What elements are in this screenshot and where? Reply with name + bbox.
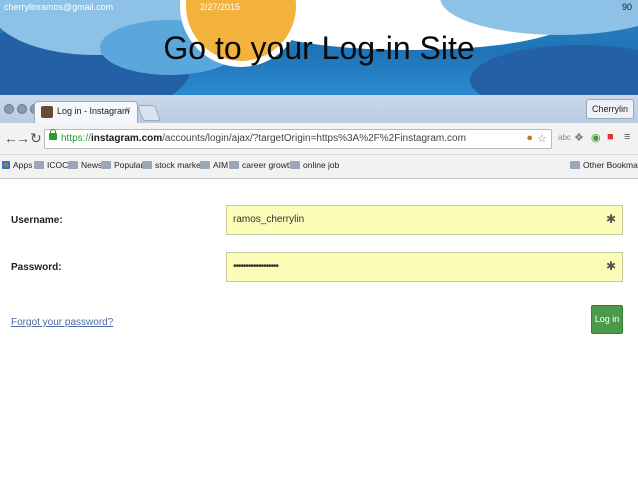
folder-icon [570,161,580,169]
bookmark-star-icon[interactable]: ☆ [537,132,547,145]
new-tab-button[interactable] [137,105,161,121]
slide-header: cherrylinramos@gmail.com 2/27/2015 90 Go… [0,0,638,95]
password-label: Password: [11,262,62,273]
folder-icon [290,161,300,169]
url-path: /accounts/login/ajax/?targetOrigin=https… [162,133,466,144]
url-scheme: https:// [61,133,92,144]
menu-icon[interactable]: ≡ [624,131,630,143]
folder-icon [229,161,239,169]
bookmark-stock-market[interactable]: stock market [142,160,203,170]
minimize-window-button[interactable] [17,104,27,114]
password-value: •••••••••••••••••• [233,261,279,272]
url-host: instagram.com [91,133,163,144]
bookmark-news[interactable]: News [68,160,102,170]
tab-instagram-login[interactable]: Log in - Instagram × [34,101,138,123]
folder-icon [34,161,44,169]
instagram-favicon-icon [41,106,53,118]
tab-close-icon[interactable]: × [125,105,131,116]
bookmark-career-growth[interactable]: career growth [229,160,294,170]
forgot-password-link[interactable]: Forgot your password? [11,317,113,328]
username-value: ramos_cherrylin [233,214,305,225]
login-page: Username: ramos_cherrylin ✱ Password: ••… [0,179,638,479]
bookmarks-bar: Apps ICOC News Popular stock market AIM … [0,155,638,179]
browser-tab-bar: Log in - Instagram × Cherrylin [0,95,638,123]
folder-icon [101,161,111,169]
bookmark-online-job[interactable]: online job [290,160,339,170]
bookmark-aim[interactable]: AIM [200,160,228,170]
username-field[interactable]: ramos_cherrylin ✱ [226,205,623,235]
forward-arrow-icon[interactable]: → [16,130,30,146]
slide-date: 2/27/2015 [200,2,241,12]
folder-icon [142,161,152,169]
slide-page-number: 90 [621,2,632,12]
address-bar[interactable]: https://instagram.com/accounts/login/aja… [44,129,552,149]
slide-email: cherrylinramos@gmail.com [4,2,114,12]
bookmark-apps[interactable]: Apps [2,160,32,170]
extension-icon[interactable]: abc [558,133,571,142]
cookie-icon[interactable]: ● [526,132,533,144]
username-label: Username: [11,215,63,226]
folder-icon [68,161,78,169]
slide-title: Go to your Log-in Site [163,30,475,66]
reload-icon[interactable]: ↻ [30,130,42,147]
location-pin-icon[interactable]: ◉ [591,131,601,144]
plugin-icon[interactable]: ■ [607,131,614,143]
password-field[interactable]: •••••••••••••••••• ✱ [226,252,623,282]
secure-lock-icon [49,129,57,140]
url-text[interactable]: https://instagram.com/accounts/login/aja… [61,133,466,144]
bookmark-icoc[interactable]: ICOC [34,160,68,170]
bookmark-popular[interactable]: Popular [101,160,143,170]
autofill-key-icon: ✱ [605,259,616,273]
bookmark-other[interactable]: Other Bookmarks [570,160,638,170]
tab-title: Log in - Instagram [57,106,130,116]
login-button[interactable]: Log in [591,305,623,334]
apps-icon [2,161,10,169]
profile-button[interactable]: Cherrylin [585,99,634,119]
close-window-button[interactable] [4,104,14,114]
folder-icon [200,161,210,169]
browser-toolbar: ← → ↻ https://instagram.com/accounts/log… [0,123,638,155]
pin-icon[interactable]: ❖ [574,131,584,144]
autofill-key-icon: ✱ [605,212,616,226]
